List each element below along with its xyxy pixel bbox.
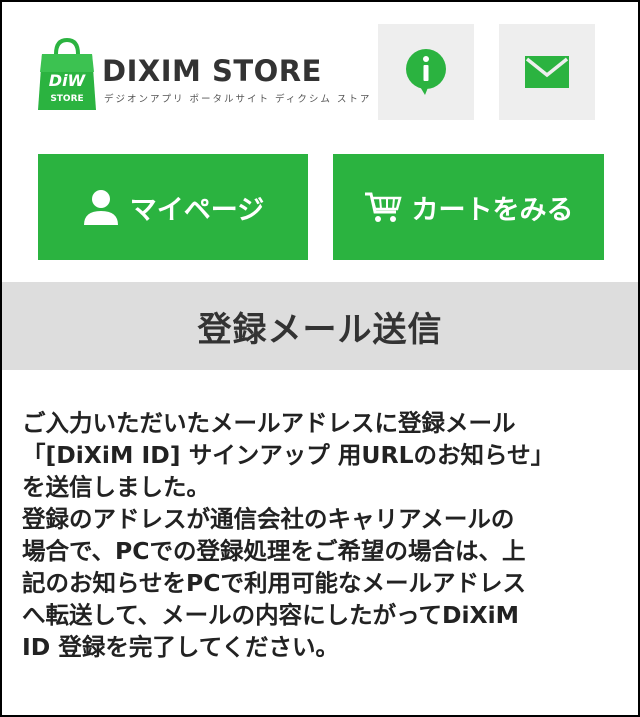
view-cart-button[interactable]: カートをみる [333,154,604,260]
page-title: 登録メール送信 [197,309,443,350]
brand-subtitle: デジオンアプリ ポータルサイト ディクシム ストア [104,94,372,105]
mail-icon [525,56,569,88]
message-line: ID 登録を完了してください。 [22,633,340,661]
info-icon [406,49,446,95]
message-line: 記のお知らせをPCで利用可能なメールアドレス [22,569,526,597]
view-cart-label: カートをみる [411,194,574,226]
message-line: 「[DiXiM ID] サインアップ 用URLのお知らせ」 [22,441,555,469]
message-line: 場合で、PCでの登録処理をご希望の場合は、上 [22,537,526,565]
cart-icon [364,190,402,224]
confirmation-message: ご入力いただいたメールアドレスに登録メール 「[DiXiM ID] サインアップ… [22,407,622,663]
message-line: 登録のアドレスが通信会社のキャリアメールの [22,505,515,533]
bag-text-top: DiW [49,71,87,90]
user-icon [82,188,120,226]
message-line: へ転送して、メールの内容にしたがってDiXiM [22,601,520,629]
message-line: ご入力いただいたメールアドレスに登録メール [22,409,516,437]
info-button[interactable] [378,24,474,120]
brand-name: DIXIM STORE [102,54,322,88]
shopping-bag-logo-icon: DiW STORE [38,38,96,110]
mail-button[interactable] [499,24,595,120]
page-frame: DiW STORE DIXIM STORE デジオンアプリ ポータルサイト ディ… [0,0,640,717]
message-line: を送信しました。 [22,473,210,501]
bag-text-bottom: STORE [50,94,83,104]
mypage-button[interactable]: マイページ [38,154,308,260]
page-title-band: 登録メール送信 [2,282,638,370]
mypage-label: マイページ [129,194,265,226]
store-logo[interactable]: DiW STORE DIXIM STORE デジオンアプリ ポータルサイト ディ… [32,36,369,116]
